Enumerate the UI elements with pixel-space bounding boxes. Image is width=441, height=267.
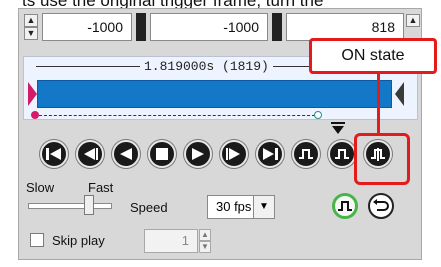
start-marker-icon[interactable] xyxy=(28,82,37,106)
spinner-up-button-1[interactable]: ▲ xyxy=(24,14,38,27)
play-reverse-button[interactable] xyxy=(112,140,140,168)
duration-label: 1.819000s (1819) xyxy=(140,59,273,74)
speed-label: Speed xyxy=(130,200,168,215)
position-handle-end[interactable] xyxy=(314,111,322,119)
dropdown-arrow-icon[interactable]: ▼ xyxy=(253,196,274,218)
spinner-up-button-2[interactable]: ▲ xyxy=(406,14,420,27)
skip-play-up-button[interactable]: ▲ xyxy=(199,229,211,241)
speed-slider[interactable] xyxy=(28,203,112,209)
end-frame-field[interactable]: 818 xyxy=(286,13,404,41)
trigger-off-button[interactable] xyxy=(292,140,320,168)
play-button[interactable] xyxy=(184,140,212,168)
fast-label: Fast xyxy=(88,180,114,195)
slow-label: Slow xyxy=(26,180,55,195)
fps-value: 30 fps xyxy=(216,199,252,214)
trigger-mode-button[interactable] xyxy=(332,193,358,219)
fps-dropdown[interactable]: 30 fps ▼ xyxy=(207,195,275,219)
cursor-track xyxy=(34,115,320,116)
highlight-box xyxy=(354,133,410,185)
stop-button[interactable] xyxy=(148,140,176,168)
speed-slider-thumb[interactable] xyxy=(84,195,94,215)
playback-range-bar[interactable] xyxy=(37,80,392,108)
end-bracket-icon[interactable] xyxy=(272,13,282,41)
skip-play-down-button[interactable]: ▼ xyxy=(199,241,211,253)
skip-to-end-button[interactable] xyxy=(256,140,284,168)
end-marker-icon[interactable] xyxy=(395,82,404,106)
position-handle-start[interactable] xyxy=(31,111,39,119)
return-button[interactable] xyxy=(368,193,394,219)
start-frame-field[interactable]: -1000 xyxy=(42,13,132,41)
skip-play-label: Skip play xyxy=(52,233,105,248)
skip-to-start-button[interactable] xyxy=(40,140,68,168)
spinner-down-button-1[interactable]: ▼ xyxy=(24,27,38,40)
trigger-on-button[interactable] xyxy=(328,140,356,168)
step-forward-button[interactable] xyxy=(220,140,248,168)
step-back-button[interactable] xyxy=(76,140,104,168)
arrow-bar xyxy=(331,122,345,124)
down-arrow-icon xyxy=(332,126,344,134)
callout-connector xyxy=(377,74,380,134)
skip-play-field[interactable]: 1 xyxy=(144,229,198,253)
callout-box: ON state xyxy=(309,38,437,74)
start-bracket-icon[interactable] xyxy=(136,13,146,41)
skip-play-checkbox[interactable] xyxy=(30,233,44,247)
trigger-frame-field[interactable]: -1000 xyxy=(150,13,268,41)
